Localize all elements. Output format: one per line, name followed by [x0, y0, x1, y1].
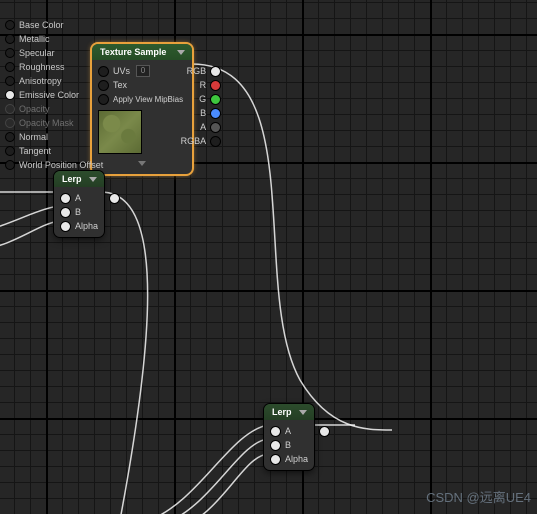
pin-icon [270, 454, 281, 465]
pin-icon [109, 193, 120, 204]
lerp1-input-alpha[interactable]: Alpha [54, 219, 108, 233]
pin-anisotropy-label: Anisotropy [15, 76, 66, 86]
pin-icon [210, 66, 221, 77]
output-rgb[interactable]: RGB [193, 64, 227, 78]
output-a-label: A [196, 122, 210, 132]
pin-roughness[interactable]: Roughness [0, 60, 76, 74]
pin-anisotropy[interactable]: Anisotropy [0, 74, 76, 88]
pin-icon [5, 48, 15, 58]
pin-icon [98, 94, 109, 105]
collapse-icon[interactable] [177, 50, 185, 55]
texture-preview[interactable] [98, 110, 142, 154]
input-mipbias-label: Apply View MipBias [109, 95, 187, 104]
pin-icon [270, 426, 281, 437]
lerp-node-2[interactable]: Lerp A B Alpha [264, 404, 314, 470]
pin-icon [5, 76, 15, 86]
lerp1-alpha-label: Alpha [71, 221, 102, 231]
chevron-down-icon [138, 161, 146, 166]
input-tex[interactable]: Tex [92, 78, 193, 92]
lerp2-title[interactable]: Lerp [264, 404, 314, 420]
lerp1-b-label: B [71, 207, 85, 217]
pin-opacity-mask-label: Opacity Mask [15, 118, 78, 128]
pin-icon [5, 90, 15, 100]
pin-icon [5, 104, 15, 114]
lerp1-input-a[interactable]: A [54, 191, 108, 205]
texture-sample-title-label: Texture Sample [100, 47, 166, 57]
input-uvs-label: UVs [109, 66, 134, 76]
pin-icon [319, 426, 330, 437]
pin-icon [210, 108, 221, 119]
lerp2-a-label: A [281, 426, 295, 436]
lerp2-input-a[interactable]: A [264, 424, 318, 438]
pin-icon [60, 207, 71, 218]
output-b[interactable]: B [193, 106, 227, 120]
pin-tangent[interactable]: Tangent [0, 144, 76, 158]
pin-opacity[interactable]: Opacity [0, 102, 76, 116]
pin-icon [5, 118, 15, 128]
output-g-label: G [195, 94, 210, 104]
lerp2-input-alpha[interactable]: Alpha [264, 452, 318, 466]
pin-opacity-mask[interactable]: Opacity Mask [0, 116, 76, 130]
output-r-label: R [196, 80, 211, 90]
pin-icon [5, 34, 15, 44]
pin-icon [5, 146, 15, 156]
pin-icon [210, 94, 221, 105]
material-result-node[interactable]: M_RandomMat Base Color Metallic Specular… [0, 0, 76, 178]
pin-normal[interactable]: Normal [0, 130, 76, 144]
output-rgba[interactable]: RGBA [193, 134, 227, 148]
pin-icon [210, 122, 221, 133]
texture-sample-title[interactable]: Texture Sample [92, 44, 192, 60]
uvs-default-box[interactable]: 0 [136, 65, 150, 77]
pin-emissive-label: Emissive Color [15, 90, 83, 100]
pin-metallic-label: Metallic [15, 34, 54, 44]
pin-tangent-label: Tangent [15, 146, 55, 156]
pin-icon [98, 66, 109, 77]
lerp2-input-b[interactable]: B [264, 438, 318, 452]
input-mipbias[interactable]: Apply View MipBias [92, 92, 193, 106]
output-r[interactable]: R [193, 78, 227, 92]
pin-opacity-label: Opacity [15, 104, 54, 114]
pin-specular[interactable]: Specular [0, 46, 76, 60]
lerp1-output[interactable] [108, 191, 122, 205]
pin-icon [210, 80, 221, 91]
pin-icon [5, 20, 15, 30]
lerp1-input-b[interactable]: B [54, 205, 108, 219]
pin-specular-label: Specular [15, 48, 59, 58]
lerp-node-1[interactable]: Lerp A B Alpha [54, 171, 104, 237]
lerp2-output[interactable] [318, 424, 332, 438]
lerp2-b-label: B [281, 440, 295, 450]
collapse-icon[interactable] [89, 177, 97, 182]
lerp2-title-label: Lerp [272, 407, 292, 417]
pin-icon [5, 132, 15, 142]
pin-roughness-label: Roughness [15, 62, 69, 72]
pin-emissive[interactable]: Emissive Color [0, 88, 76, 102]
pin-icon [98, 80, 109, 91]
pin-base-color-label: Base Color [15, 20, 68, 30]
pin-icon [210, 136, 221, 147]
pin-icon [270, 440, 281, 451]
texture-sample-node[interactable]: Texture Sample UVs 0 Tex [92, 44, 192, 174]
pin-icon [60, 193, 71, 204]
output-g[interactable]: G [193, 92, 227, 106]
output-rgba-label: RGBA [177, 136, 211, 146]
pin-wpo-label: World Position Offset [15, 160, 107, 170]
output-b-label: B [196, 108, 210, 118]
lerp2-alpha-label: Alpha [281, 454, 312, 464]
pin-icon [5, 62, 15, 72]
pin-icon [5, 160, 15, 170]
pin-icon [60, 221, 71, 232]
collapse-icon[interactable] [299, 410, 307, 415]
pin-metallic[interactable]: Metallic [0, 32, 76, 46]
lerp1-a-label: A [71, 193, 85, 203]
pin-normal-label: Normal [15, 132, 52, 142]
input-uvs[interactable]: UVs 0 [92, 64, 193, 78]
pin-wpo[interactable]: World Position Offset [0, 158, 76, 172]
output-a[interactable]: A [193, 120, 227, 134]
output-rgb-label: RGB [183, 66, 211, 76]
input-tex-label: Tex [109, 80, 131, 90]
pin-base-color[interactable]: Base Color [0, 18, 76, 32]
